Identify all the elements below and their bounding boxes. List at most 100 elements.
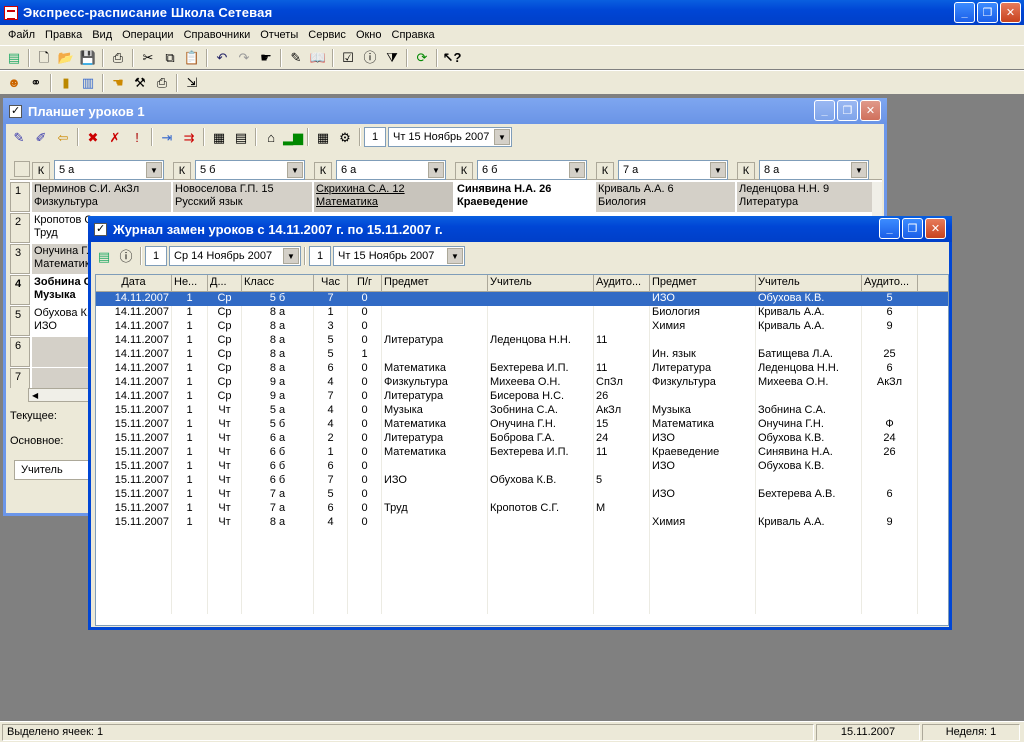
cell-day[interactable]: Ср [208, 334, 242, 348]
cell-teacher-old[interactable] [488, 292, 594, 306]
cell-class[interactable]: 5 б [242, 292, 314, 306]
col-header-room-old[interactable]: Аудито... [594, 275, 650, 291]
cell-teacher-new[interactable]: Синявина Н.А. [756, 446, 862, 460]
journal-close-button[interactable]: ✕ [925, 218, 946, 239]
cell-teacher-new[interactable] [756, 572, 862, 586]
cell-subject-old[interactable]: Математика [382, 418, 488, 432]
menu-window[interactable]: Окно [351, 29, 387, 41]
col-header-room-new[interactable]: Аудито... [862, 275, 918, 291]
cell-day[interactable]: Чт [208, 432, 242, 446]
col-header-subgroup[interactable]: П/г [348, 275, 382, 291]
cell-room-new[interactable]: 9 [862, 516, 918, 530]
cell-week[interactable]: 1 [172, 516, 208, 530]
cell-teacher-new[interactable]: Зобнина С.А. [756, 404, 862, 418]
cell-week[interactable]: 1 [172, 320, 208, 334]
cell-teacher-new[interactable]: Батищева Л.А. [756, 348, 862, 362]
cell-room-new[interactable]: АкЗл [862, 376, 918, 390]
cell-room-old[interactable]: 11 [594, 362, 650, 376]
cell-hour[interactable]: 6 [314, 502, 348, 516]
minimize-button[interactable]: _ [954, 2, 975, 23]
cell-hour[interactable]: 5 [314, 488, 348, 502]
cell-room-old[interactable]: 5 [594, 474, 650, 488]
cell-date[interactable] [96, 558, 172, 572]
hand-icon[interactable]: ☚ [108, 73, 128, 93]
cell-subject-new[interactable] [650, 502, 756, 516]
stats-icon[interactable]: ▂▆ [283, 127, 303, 147]
k-toggle[interactable]: К [314, 162, 332, 180]
cell-subject-new[interactable]: Ин. язык [650, 348, 756, 362]
cell-week[interactable]: 1 [172, 446, 208, 460]
col-header-teacher-new[interactable]: Учитель [756, 275, 862, 291]
table-row[interactable] [96, 544, 948, 558]
cell-hour[interactable]: 3 [314, 320, 348, 334]
cell-week[interactable]: 1 [172, 362, 208, 376]
cell-teacher-new[interactable]: Обухова К.В. [756, 292, 862, 306]
cell-room-old[interactable] [594, 572, 650, 586]
cell-teacher-new[interactable]: Бехтерева А.В. [756, 488, 862, 502]
cell-hour[interactable]: 7 [314, 474, 348, 488]
cell-week[interactable] [172, 558, 208, 572]
cell-date[interactable]: 14.11.2007 [96, 362, 172, 376]
cell-subject-old[interactable]: Литература [382, 334, 488, 348]
cell-date[interactable] [96, 586, 172, 600]
lesson-cell-selected[interactable]: Скрихина С.А. 12 Математика [314, 182, 454, 212]
cell-class[interactable]: 6 б [242, 474, 314, 488]
cell-class[interactable]: 6 а [242, 432, 314, 446]
class-select-7a[interactable]: 7 а ▼ [618, 160, 728, 180]
cell-week[interactable]: 1 [172, 488, 208, 502]
cell-hour[interactable]: 2 [314, 432, 348, 446]
table-row[interactable]: 15.11.2007 1 Чт 7 а 5 0 ИЗО Бехтерева А.В. 6 [96, 488, 948, 502]
cell-room-new[interactable] [862, 572, 918, 586]
cell-subject-new[interactable] [650, 334, 756, 348]
table-row[interactable]: 15.11.2007 1 Чт 7 а 6 0 Труд Кропотов С.Г. М [96, 502, 948, 516]
cell-week[interactable]: 1 [172, 390, 208, 404]
cell-room-new[interactable]: 26 [862, 446, 918, 460]
clear-icon[interactable]: ! [127, 127, 147, 147]
cell-room-new[interactable] [862, 474, 918, 488]
cell-teacher-old[interactable]: Бехтерева И.П. [488, 362, 594, 376]
cell-class[interactable]: 8 а [242, 348, 314, 362]
col-header-day[interactable]: Д... [208, 275, 242, 291]
cell-subject-old[interactable]: Физкультура [382, 376, 488, 390]
cell-week[interactable]: 1 [172, 334, 208, 348]
k-toggle[interactable]: К [173, 162, 191, 180]
cell-day[interactable]: Чт [208, 502, 242, 516]
book-icon[interactable]: 📖 [308, 48, 328, 68]
cell-day[interactable]: Ср [208, 348, 242, 362]
cell-week[interactable] [172, 544, 208, 558]
chevron-down-icon[interactable]: ▼ [428, 162, 444, 178]
lesson-cell[interactable]: Новоселова Г.П. 15 Русский язык [173, 182, 313, 212]
cell-subgroup[interactable]: 0 [348, 446, 382, 460]
close-button[interactable]: ✕ [1000, 2, 1021, 23]
cell-room-new[interactable] [862, 502, 918, 516]
col-header-hour[interactable]: Час [314, 275, 348, 291]
table-row[interactable] [96, 558, 948, 572]
cell-room-new[interactable]: 25 [862, 348, 918, 362]
cell-subject-new[interactable] [650, 558, 756, 572]
cell-subject-new[interactable]: Химия [650, 516, 756, 530]
cell-hour[interactable]: 5 [314, 334, 348, 348]
cell-teacher-new[interactable]: Обухова К.В. [756, 460, 862, 474]
cell-subject-new[interactable]: Литература [650, 362, 756, 376]
cell-class[interactable]: 5 б [242, 418, 314, 432]
cell-teacher-new[interactable] [756, 502, 862, 516]
cell-class[interactable]: 8 а [242, 334, 314, 348]
refresh-icon[interactable]: ⟳ [412, 48, 432, 68]
table-row[interactable]: 14.11.2007 1 Ср 8 а 5 0 Литература Леденцова Н.… [96, 334, 948, 348]
settings-icon[interactable]: ⚙ [335, 127, 355, 147]
cell-teacher-old[interactable]: Михеева О.Н. [488, 376, 594, 390]
cell-hour[interactable]: 6 [314, 460, 348, 474]
cell-room-new[interactable] [862, 530, 918, 544]
cell-room-old[interactable] [594, 292, 650, 306]
cut-icon[interactable]: ✂ [138, 48, 158, 68]
cell-subject-new[interactable]: Математика [650, 418, 756, 432]
cell-subgroup[interactable]: 0 [348, 292, 382, 306]
cell-hour[interactable]: 6 [314, 362, 348, 376]
chevron-down-icon[interactable]: ▼ [569, 162, 585, 178]
cell-hour[interactable] [314, 586, 348, 600]
cell-teacher-new[interactable] [756, 334, 862, 348]
cell-room-new[interactable] [862, 390, 918, 404]
cell-date[interactable] [96, 544, 172, 558]
cell-room-new[interactable] [862, 404, 918, 418]
table-row[interactable]: 14.11.2007 1 Ср 8 а 1 0 Биология Криваль А.А. 6 [96, 306, 948, 320]
